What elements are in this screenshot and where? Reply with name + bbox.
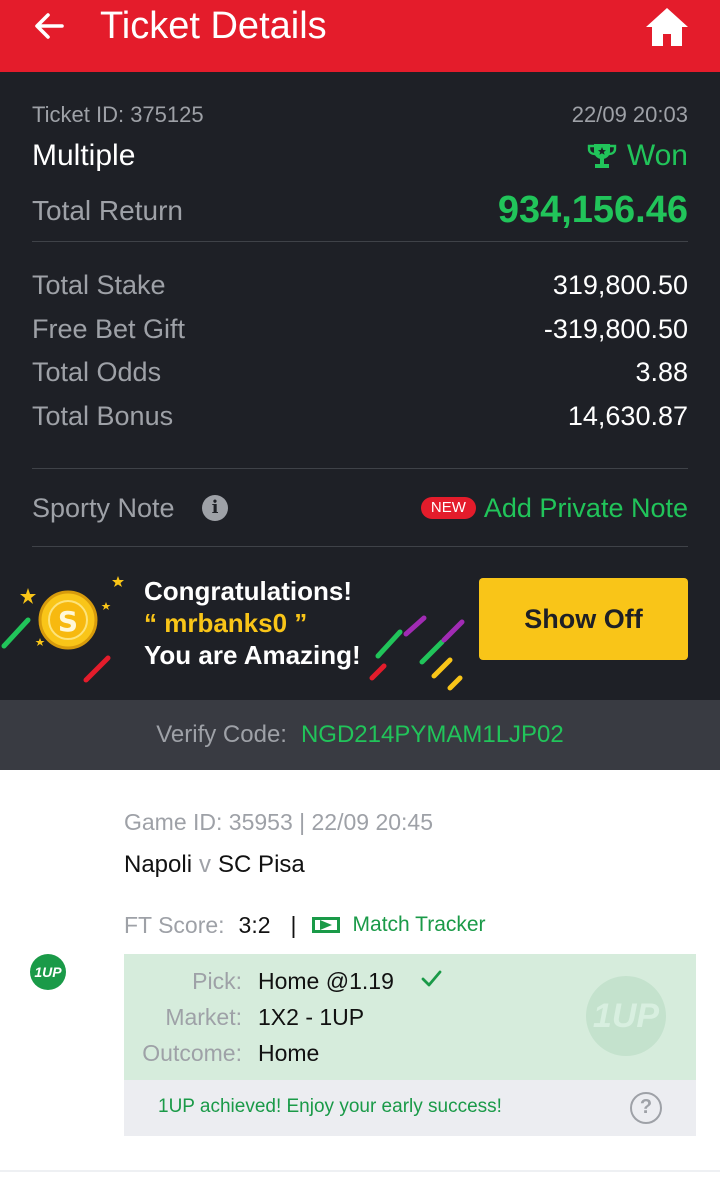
congratulations-text: Congratulations! xyxy=(144,576,352,606)
info-icon[interactable]: i xyxy=(202,495,228,521)
free-bet-gift-label: Free Bet Gift xyxy=(32,314,186,344)
divider xyxy=(32,546,688,547)
verify-code-label: Verify Code: xyxy=(156,721,287,748)
total-stake-value: 319,800.50 xyxy=(552,270,688,300)
market-label: Market: xyxy=(165,1004,242,1030)
verify-code-value[interactable]: NGD214PYMAM1LJP02 xyxy=(301,721,564,749)
add-private-note-label: Add Private Note xyxy=(483,493,688,523)
add-private-note-button[interactable]: NEW Add Private Note xyxy=(420,490,688,526)
ticket-summary: Ticket ID: 375125 22/09 20:03 Multiple W… xyxy=(0,72,720,700)
pitch-icon xyxy=(311,917,340,933)
oneup-badge-icon: 1UP xyxy=(30,954,66,990)
outcome-value: Home xyxy=(258,1040,320,1066)
game-meta: Game ID: 35953 | 22/09 20:45 xyxy=(124,809,434,835)
status-badge: Won xyxy=(587,138,688,174)
status-text: Won xyxy=(626,139,688,172)
game-card: Game ID: 35953 | 22/09 20:45 Napoli v SC… xyxy=(0,770,720,1200)
app-header: Ticket Details xyxy=(0,0,720,72)
ft-score-value: 3:2 xyxy=(238,911,271,938)
help-icon[interactable]: ? xyxy=(630,1092,662,1124)
total-return-value: 934,156.46 xyxy=(497,189,688,231)
total-return-label: Total Return xyxy=(32,195,183,226)
arrow-left-icon[interactable] xyxy=(28,4,72,48)
pick-value: Home @1.19 xyxy=(258,968,394,994)
achievement-text: 1UP achieved! Enjoy your early success! xyxy=(158,1096,502,1117)
home-icon[interactable] xyxy=(644,6,690,48)
total-bonus-label: Total Bonus xyxy=(32,401,174,431)
coin-symbol: S xyxy=(58,605,78,638)
pick-details: Pick: Home @1.19 Market: 1X2 - 1UP Outco… xyxy=(124,954,696,1080)
sporty-note-label: Sporty Note xyxy=(32,493,175,523)
match-tracker-link[interactable]: Match Tracker xyxy=(311,913,486,937)
total-odds-value: 3.88 xyxy=(635,357,688,387)
pick-label: Pick: xyxy=(192,968,242,994)
show-off-button[interactable]: Show Off xyxy=(479,578,688,660)
match-tracker-label: Match Tracker xyxy=(352,913,486,936)
username-text: “ mrbanks0 ” xyxy=(144,608,308,638)
amazing-text: You are Amazing! xyxy=(144,640,361,670)
vs-label: v xyxy=(199,851,212,878)
page-title: Ticket Details xyxy=(100,5,327,47)
ft-score-label: FT Score: xyxy=(124,911,225,938)
ticket-id: Ticket ID: 375125 xyxy=(32,102,204,127)
new-badge: NEW xyxy=(420,497,476,519)
total-bonus-value: 14,630.87 xyxy=(567,401,688,431)
home-team: Napoli xyxy=(124,851,193,878)
separator: | xyxy=(290,911,297,938)
achievement-banner: 1UP achieved! Enjoy your early success! … xyxy=(124,1080,696,1136)
verify-code-bar: Verify Code: NGD214PYMAM1LJP02 xyxy=(0,700,720,770)
ticket-date: 22/09 20:03 xyxy=(571,102,688,127)
check-icon xyxy=(421,970,442,987)
free-bet-gift-value: -319,800.50 xyxy=(543,314,688,344)
divider xyxy=(32,241,688,242)
total-stake-label: Total Stake xyxy=(32,270,166,300)
away-team: SC Pisa xyxy=(218,851,305,878)
divider xyxy=(32,468,688,469)
divider xyxy=(0,1170,720,1172)
trophy-icon xyxy=(587,144,617,168)
market-value: 1X2 - 1UP xyxy=(258,1004,365,1030)
bet-type: Multiple xyxy=(32,139,136,172)
match-teams: Napoli v SC Pisa xyxy=(124,850,305,880)
ft-score-row: FT Score: 3:2 | Match Tracker xyxy=(124,910,486,940)
outcome-label: Outcome: xyxy=(142,1040,242,1066)
oneup-watermark-icon: 1UP xyxy=(586,976,666,1056)
total-odds-label: Total Odds xyxy=(32,357,162,387)
